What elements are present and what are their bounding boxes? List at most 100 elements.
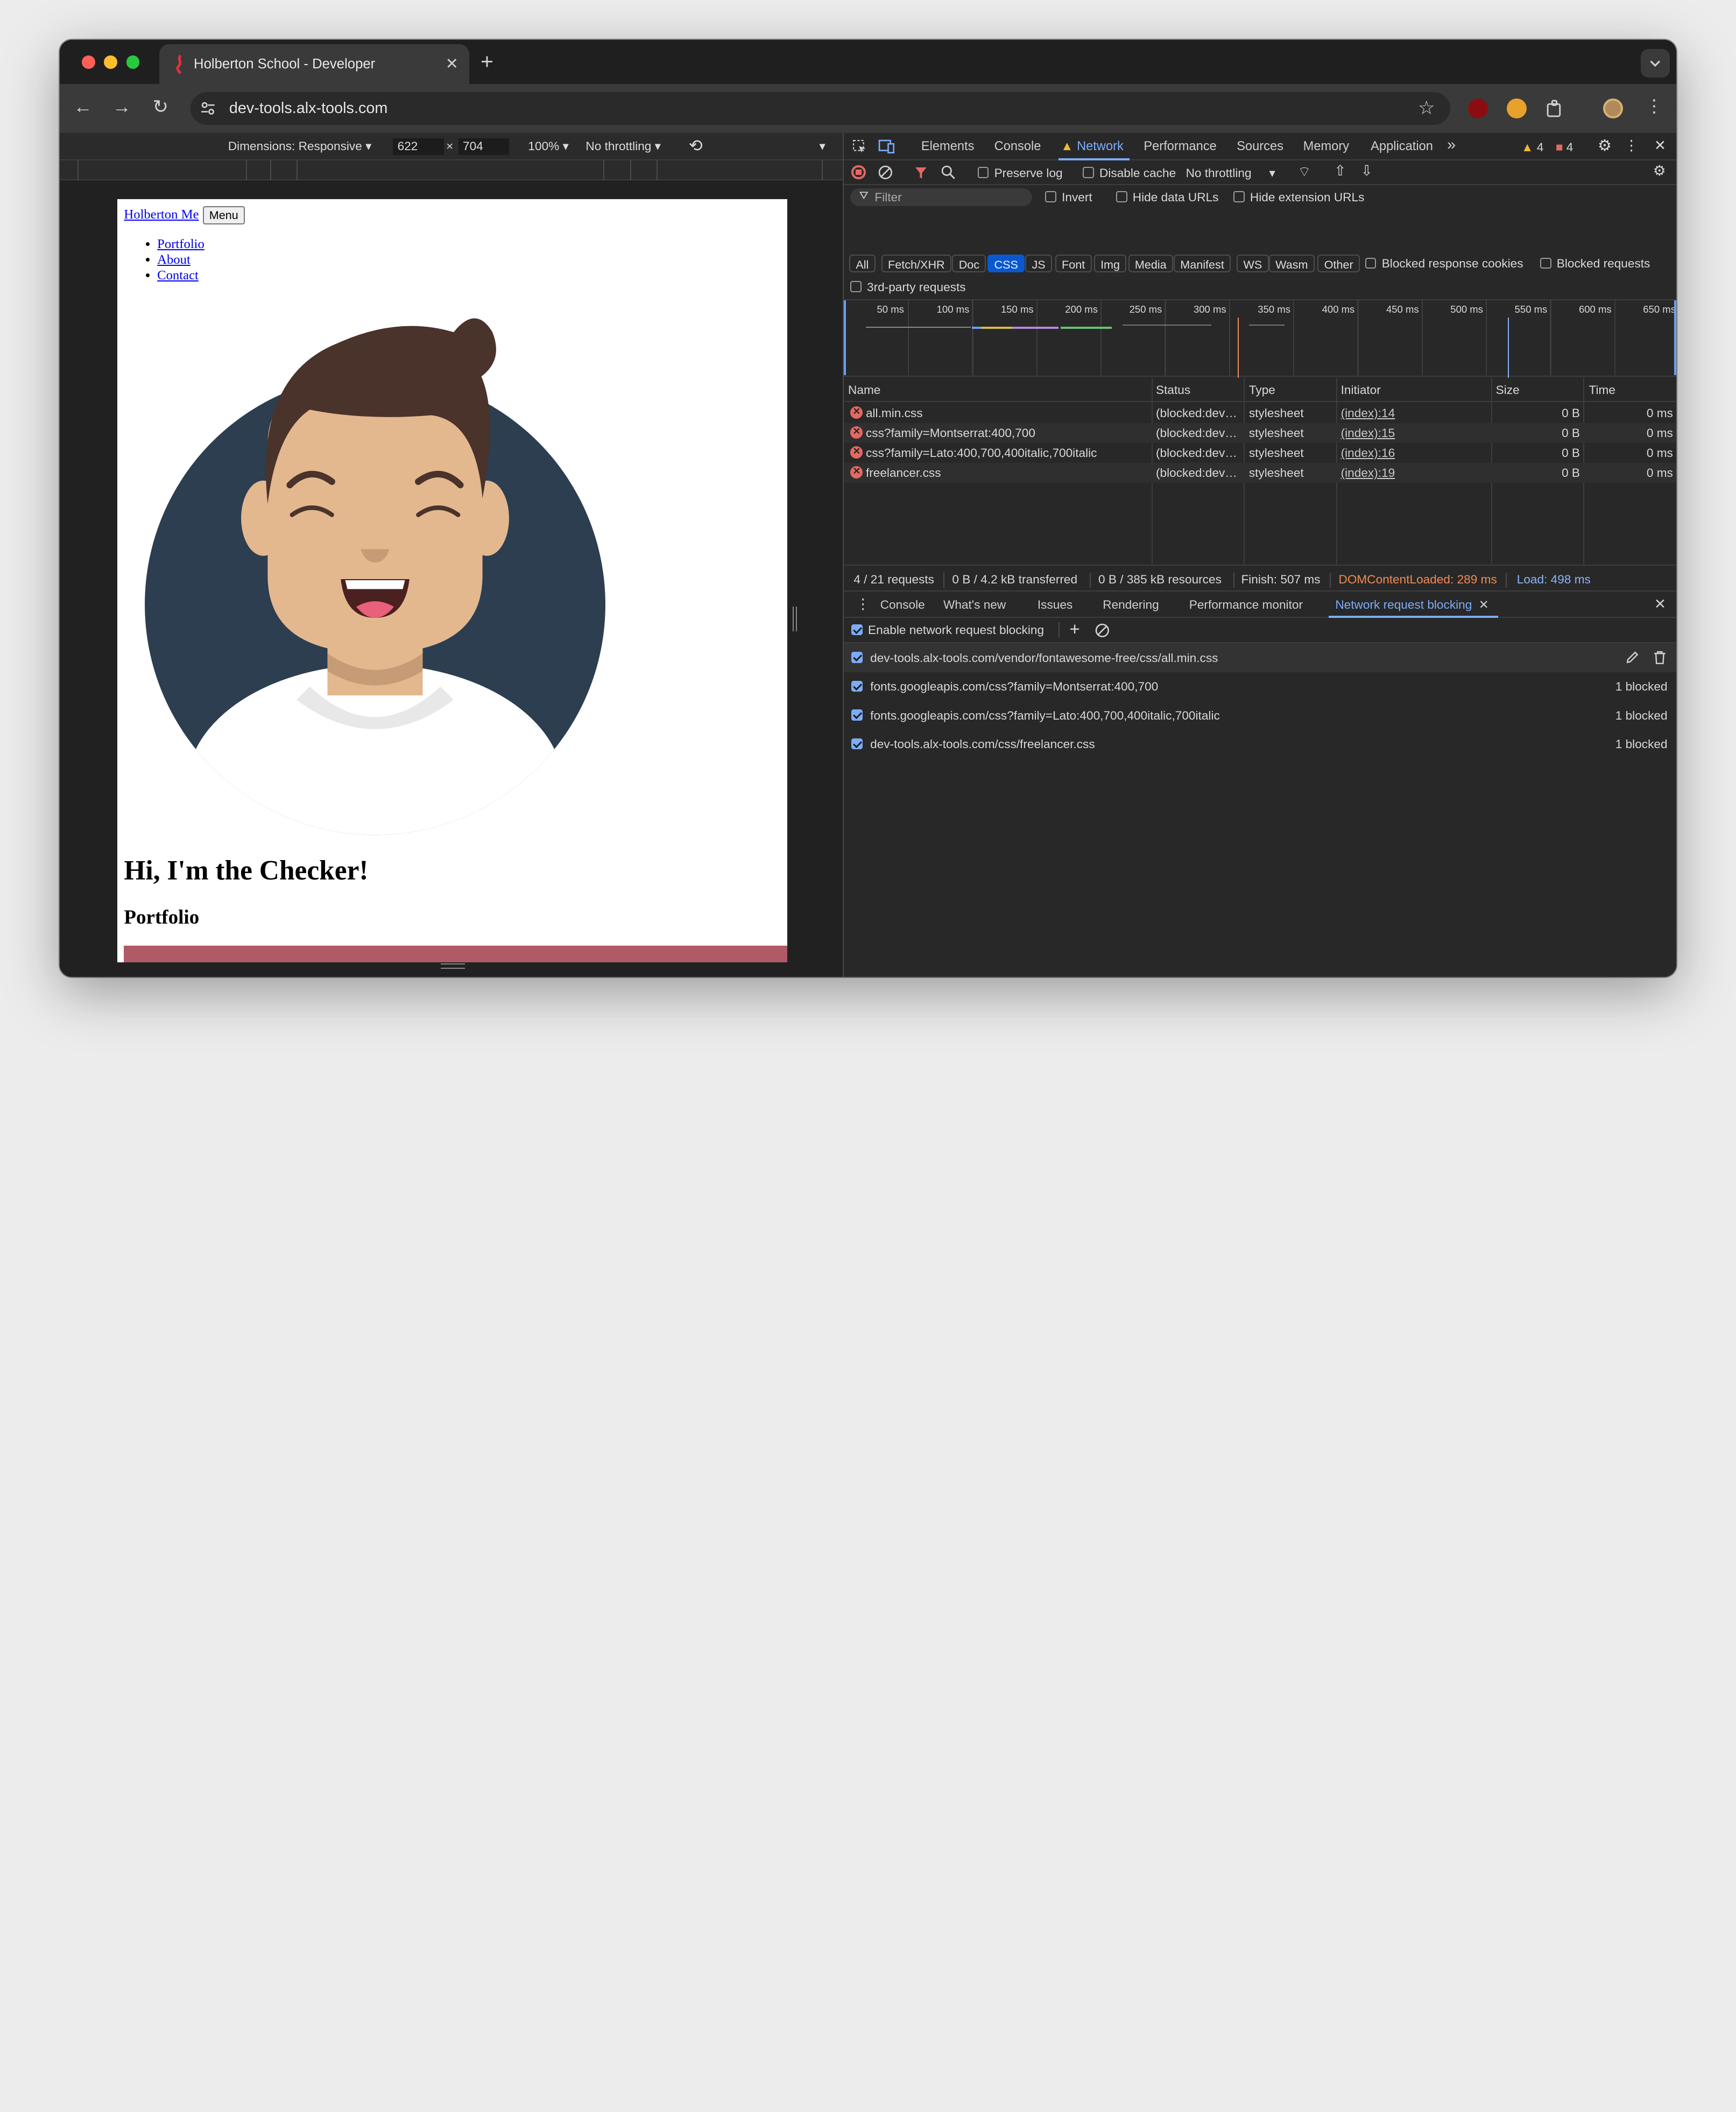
blocked-pattern-item[interactable]: fonts.googleapis.com/css?family=Montserr… [844,672,1676,701]
drawer-menu-icon[interactable]: ⋮ [856,596,870,613]
close-tab-icon[interactable]: ✕ [446,54,458,73]
request-initiator-link[interactable]: (index):19 [1341,466,1395,480]
width-input[interactable]: 622 [393,138,444,156]
remove-all-patterns-icon[interactable] [1095,623,1110,638]
throttling-dropdown[interactable]: No throttling ▾ [585,139,661,153]
tab-console[interactable]: Console [994,139,1041,154]
warning-count[interactable]: ▲ 4 [1521,140,1543,154]
delete-trash-icon[interactable] [1653,650,1667,665]
type-filter-fetch-xhr[interactable]: Fetch/XHR [881,255,951,273]
type-filter-other[interactable]: Other [1317,255,1360,273]
request-initiator-link[interactable]: (index):15 [1341,426,1395,440]
blocked-pattern-item[interactable]: dev-tools.alx-tools.com/css/freelancer.c… [844,730,1676,758]
tab-search-button[interactable] [1641,48,1670,78]
column-size[interactable]: Size [1496,383,1520,397]
tab-application[interactable]: Application [1371,139,1433,154]
hide-data-urls-checkbox[interactable]: Hide data URLs [1116,191,1219,205]
device-options-icon[interactable]: ▾ [820,139,825,153]
disable-cache-checkbox[interactable]: Disable cache [1083,166,1176,180]
rotate-icon[interactable]: ⟲ [689,136,703,156]
clear-icon[interactable] [878,165,893,180]
reload-icon[interactable]: ↻ [150,96,172,118]
filter-funnel-icon[interactable] [914,166,928,180]
contact-link[interactable]: Contact [157,268,199,283]
request-initiator-link[interactable]: (index):14 [1341,406,1395,420]
browser-tab[interactable]: Holberton School - Developer ✕ [159,44,470,85]
type-filter-manifest[interactable]: Manifest [1173,255,1231,273]
tab-elements[interactable]: Elements [921,139,975,154]
third-party-checkbox[interactable]: 3rd-party requests [850,280,966,294]
browser-menu-icon[interactable]: ⋮ [1645,95,1663,116]
settings-gear-icon[interactable]: ⚙ [1598,136,1612,155]
column-status[interactable]: Status [1156,383,1190,397]
timeline-right-handle[interactable] [1674,300,1677,376]
drawer-tab-console[interactable]: Console [880,598,925,612]
inspect-element-icon[interactable] [852,139,867,154]
blocked-pattern-item[interactable]: fonts.googleapis.com/css?family=Lato:400… [844,701,1676,729]
resize-handle-right[interactable] [793,607,798,631]
tab-sources[interactable]: Sources [1237,139,1283,154]
table-row[interactable]: all.min.css (blocked:dev… stylesheet (in… [844,403,1676,423]
network-conditions-icon[interactable]: ⌔ [1297,163,1311,181]
drawer-tab-whats-new[interactable]: What's new [943,598,1006,612]
drawer-tab-rendering[interactable]: Rendering [1103,598,1159,612]
close-window-button[interactable] [82,55,95,69]
drawer-tab-issues[interactable]: Issues [1038,598,1072,612]
type-filter-wasm[interactable]: Wasm [1268,255,1315,273]
zoom-window-button[interactable] [126,55,140,69]
type-filter-img[interactable]: Img [1093,255,1127,273]
blocked-requests-checkbox[interactable]: Blocked requests [1540,257,1650,271]
extensions-puzzle-icon[interactable] [1546,98,1565,118]
pattern-checkbox[interactable] [851,709,868,723]
add-pattern-icon[interactable]: + [1070,619,1080,639]
resize-handle-bottom[interactable] [440,963,465,969]
column-name[interactable]: Name [848,383,880,397]
minimize-window-button[interactable] [104,55,118,69]
hide-extension-urls-checkbox[interactable]: Hide extension URLs [1233,191,1364,205]
timeline-left-handle[interactable] [843,300,846,376]
media-query-ruler[interactable] [60,160,843,181]
brand-link[interactable]: Holberton Me [124,207,199,222]
column-type[interactable]: Type [1249,383,1275,397]
timeline-overview[interactable]: 50 ms 100 ms 150 ms 200 ms 250 ms 300 ms… [843,299,1677,378]
invert-checkbox[interactable]: Invert [1045,191,1092,205]
table-row[interactable]: css?family=Lato:400,700,400italic,700ita… [844,443,1676,463]
bookmark-star-icon[interactable]: ☆ [1418,97,1435,119]
more-tabs-icon[interactable]: » [1447,136,1456,154]
type-filter-doc[interactable]: Doc [952,255,986,273]
preserve-log-checkbox[interactable]: Preserve log [977,166,1063,180]
blocked-pattern-item[interactable]: dev-tools.alx-tools.com/vendor/fontaweso… [843,643,1677,672]
search-icon[interactable] [941,165,956,180]
column-initiator[interactable]: Initiator [1341,383,1381,397]
address-bar[interactable]: dev-tools.alx-tools.com ☆ [190,91,1451,125]
tab-memory[interactable]: Memory [1303,139,1349,154]
table-row[interactable]: freelancer.css (blocked:dev… stylesheet … [843,463,1677,483]
ublock-extension-icon[interactable] [1468,98,1488,119]
type-filter-ws[interactable]: WS [1237,255,1269,273]
tab-network[interactable]: ▲ Network [1061,139,1124,154]
height-input[interactable]: 704 [458,138,510,156]
type-filter-js[interactable]: JS [1025,255,1052,273]
drawer-tab-network-request-blocking[interactable]: Network request blocking ✕ [1335,598,1488,612]
filter-input[interactable]: ⛛ Filter [850,188,1032,206]
close-drawer-tab-icon[interactable]: ✕ [1479,598,1489,611]
site-info-icon[interactable] [200,101,216,116]
edit-pencil-icon[interactable] [1625,650,1640,665]
request-initiator-link[interactable]: (index):16 [1341,446,1395,460]
type-filter-all[interactable]: All [849,255,876,273]
drawer-tab-performance-monitor[interactable]: Performance monitor [1189,598,1303,612]
close-drawer-icon[interactable]: ✕ [1654,596,1666,613]
import-har-icon[interactable]: ⇧ [1334,163,1346,179]
tab-performance[interactable]: Performance [1144,139,1216,154]
devtools-menu-icon[interactable]: ⋮ [1624,137,1639,154]
type-filter-media[interactable]: Media [1128,255,1173,273]
export-har-icon[interactable]: ⇩ [1361,163,1373,179]
blocked-response-cookies-checkbox[interactable]: Blocked response cookies [1365,257,1523,271]
column-time[interactable]: Time [1589,383,1615,397]
device-toggle-icon[interactable] [878,139,895,154]
forward-icon[interactable]: → [111,96,133,118]
network-settings-icon[interactable]: ⚙ [1653,163,1666,179]
zoom-dropdown[interactable]: 100% ▾ [528,139,569,153]
about-link[interactable]: About [157,252,190,267]
record-stop-icon[interactable] [851,165,866,180]
